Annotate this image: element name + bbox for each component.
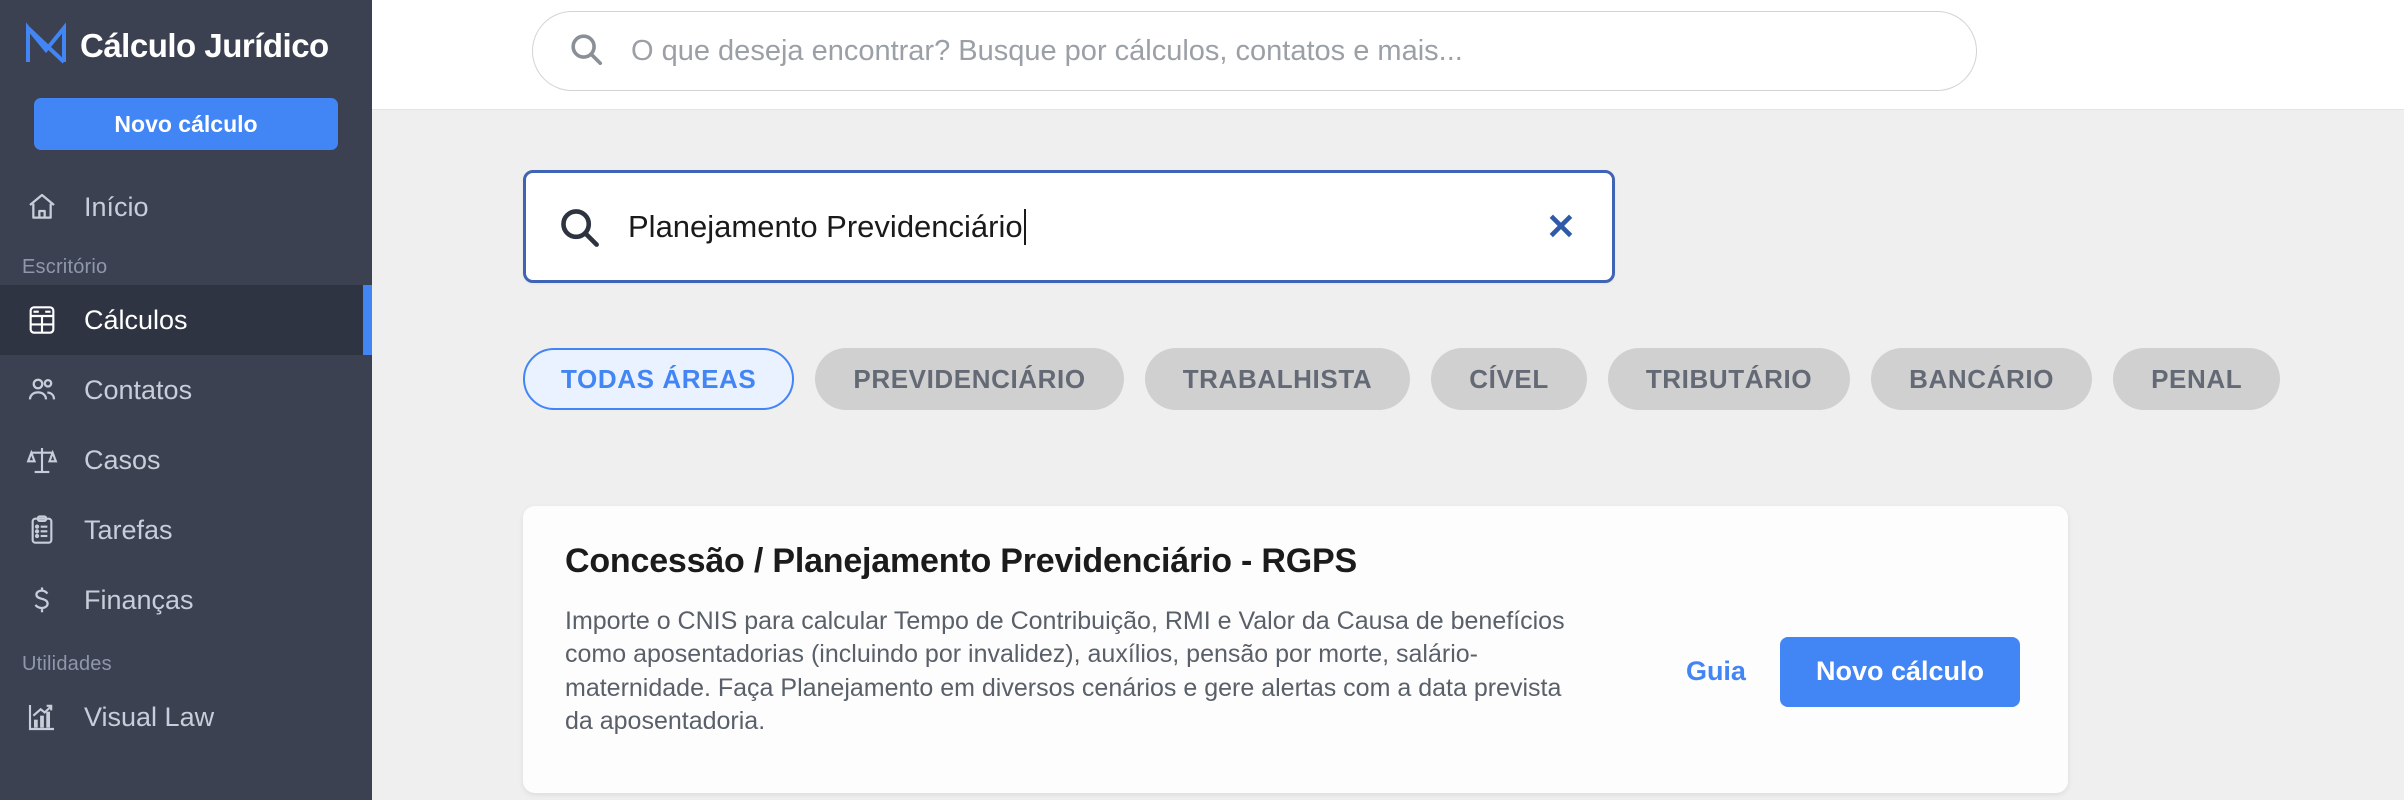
calculator-icon (22, 300, 62, 340)
result-card[interactable]: Concessão / Planejamento Previdenciário … (523, 506, 2068, 793)
people-icon (22, 370, 62, 410)
result-card-title: Concessão / Planejamento Previdenciário … (565, 542, 1357, 580)
brand[interactable]: Cálculo Jurídico (0, 0, 372, 72)
filter-pill-trabalhista[interactable]: TRABALHISTA (1144, 348, 1411, 410)
filter-pill-bancario[interactable]: BANCÁRIO (1871, 348, 2093, 410)
m-logo-icon (22, 20, 74, 72)
filter-pill-tributario[interactable]: TRIBUTÁRIO (1607, 348, 1851, 410)
page-search-text: Planejamento Previdenciário (628, 208, 1023, 244)
filter-pill-civel[interactable]: CÍVEL (1431, 348, 1587, 410)
sidebar-item-label: Visual Law (84, 701, 215, 732)
global-search-input[interactable]: O que deseja encontrar? Busque por cálcu… (532, 11, 1977, 91)
filter-pill-previdenciario[interactable]: PREVIDENCIÁRIO (815, 348, 1124, 410)
sidebar-item-visual-law[interactable]: Visual Law (0, 682, 372, 752)
sidebar-item-label: Início (84, 191, 149, 222)
topbar: O que deseja encontrar? Busque por cálcu… (372, 0, 2404, 110)
chart-growth-icon (22, 697, 62, 737)
result-card-description: Importe o CNIS para calcular Tempo de Co… (565, 607, 1565, 735)
sidebar-section-escritorio: Escritório (22, 256, 108, 278)
sidebar-new-calculation-button[interactable]: Novo cálculo (34, 98, 338, 150)
filter-pill-penal[interactable]: PENAL (2113, 348, 2281, 410)
global-search-placeholder: O que deseja encontrar? Busque por cálcu… (631, 34, 1463, 67)
sidebar-item-tarefas[interactable]: Tarefas (0, 495, 372, 565)
home-icon (22, 187, 62, 227)
page-search-value: Planejamento Previdenciário (628, 208, 1538, 245)
sidebar-item-casos[interactable]: Casos (0, 425, 372, 495)
brand-name: Cálculo Jurídico (80, 27, 329, 64)
clipboard-icon (22, 510, 62, 550)
result-card-actions: Guia Novo cálculo (1686, 636, 2026, 707)
sidebar-item-contatos[interactable]: Contatos (0, 355, 372, 425)
sidebar-item-inicio[interactable]: Início (0, 172, 372, 242)
sidebar-section-utilidades: Utilidades (22, 653, 112, 675)
sidebar-item-label: Cálculos (84, 304, 188, 335)
scales-icon (22, 440, 62, 480)
main-area: O que deseja encontrar? Busque por cálcu… (372, 0, 2404, 800)
search-icon (556, 204, 602, 250)
filter-pill-todas-areas[interactable]: TODAS ÁREAS (523, 348, 795, 410)
sidebar: Cálculo Jurídico Novo cálculo Início Esc… (0, 0, 372, 800)
page-search-input[interactable]: Planejamento Previdenciário ✕ (523, 170, 1615, 283)
dollar-icon (22, 580, 62, 620)
app-root: Cálculo Jurídico Novo cálculo Início Esc… (0, 0, 2404, 800)
result-card-body: Importe o CNIS para calcular Tempo de Co… (565, 605, 2026, 738)
area-filter-group: TODAS ÁREAS PREVIDENCIÁRIO TRABALHISTA C… (523, 348, 2281, 410)
sidebar-item-label: Contatos (84, 374, 193, 405)
new-calculation-button[interactable]: Novo cálculo (1779, 636, 2020, 707)
guide-link[interactable]: Guia (1686, 656, 1746, 687)
search-icon (567, 30, 605, 73)
sidebar-nav: Início Escritório Cálculos Contatos Caso… (0, 172, 372, 752)
sidebar-item-calculos[interactable]: Cálculos (0, 285, 372, 355)
text-caret (1023, 208, 1026, 245)
sidebar-item-label: Casos (84, 444, 161, 475)
sidebar-item-label: Tarefas (84, 514, 173, 545)
content-area: Planejamento Previdenciário Planejamento… (372, 64, 2404, 800)
sidebar-item-label: Finanças (84, 584, 194, 615)
sidebar-item-financas[interactable]: Finanças (0, 565, 372, 635)
close-icon[interactable]: ✕ (1538, 204, 1584, 250)
